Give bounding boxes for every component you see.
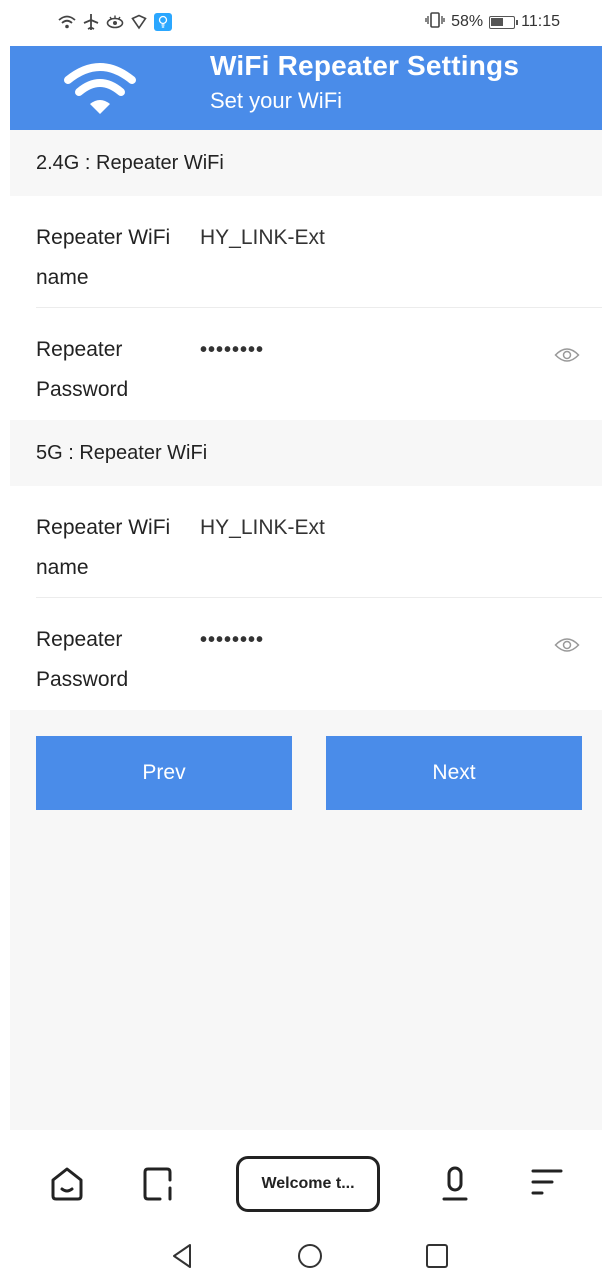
battery-percent: 58% <box>451 13 484 30</box>
tab-title-pill[interactable]: Welcome t... <box>236 1156 380 1212</box>
back-triangle-icon[interactable] <box>170 1242 194 1270</box>
page-subtitle: Set your WiFi <box>210 88 343 113</box>
password-label: Repeater Password <box>36 628 129 691</box>
password-row-2g: Repeater Password •••••••• <box>36 308 602 420</box>
status-icons-left <box>58 13 172 31</box>
section-card-2g: Repeater WiFi name HY_LINK-Ext Repeater … <box>10 196 602 420</box>
home-icon[interactable] <box>50 1166 84 1202</box>
wifi-name-input-2g[interactable]: HY_LINK-Ext <box>200 218 325 258</box>
shield-icon <box>130 13 148 31</box>
tabs-icon[interactable] <box>142 1166 178 1202</box>
home-circle-icon[interactable] <box>296 1242 324 1270</box>
battery-icon <box>489 15 519 29</box>
wifi-name-label: Repeater WiFi name <box>36 516 171 579</box>
settings-content: 2.4G : Repeater WiFi Repeater WiFi name … <box>10 130 602 1130</box>
recents-square-icon[interactable] <box>424 1242 450 1270</box>
wifi-icon <box>64 63 136 114</box>
eye-icon[interactable] <box>554 636 580 654</box>
eye-comfort-icon <box>106 13 124 31</box>
airplane-icon <box>82 13 100 31</box>
wifi-signal-icon <box>58 13 76 31</box>
wifi-name-input-5g[interactable]: HY_LINK-Ext <box>200 508 325 548</box>
prev-button[interactable]: Prev <box>36 736 292 810</box>
button-bar: Prev Next <box>10 710 602 826</box>
next-button[interactable]: Next <box>326 736 582 810</box>
wifi-name-label: Repeater WiFi name <box>36 226 171 289</box>
microphone-icon[interactable] <box>440 1166 470 1204</box>
password-row-5g: Repeater Password •••••••• <box>36 598 602 710</box>
status-bar: 58% 11:15 <box>0 0 602 44</box>
app-header: WiFi Repeater Settings Set your WiFi <box>10 46 602 130</box>
section-card-5g: Repeater WiFi name HY_LINK-Ext Repeater … <box>10 486 602 710</box>
vibrate-icon <box>425 11 445 33</box>
wifi-name-row-2g: Repeater WiFi name HY_LINK-Ext <box>36 196 602 308</box>
wifi-name-row-5g: Repeater WiFi name HY_LINK-Ext <box>36 486 602 598</box>
password-input-5g[interactable]: •••••••• <box>200 620 264 660</box>
menu-icon[interactable] <box>530 1166 564 1200</box>
status-icons-right: 58% 11:15 <box>425 11 560 33</box>
section-heading-2g: 2.4G : Repeater WiFi <box>10 130 602 196</box>
screen: 58% 11:15 WiFi Repeater Settings Set you… <box>0 0 602 1274</box>
browser-toolbar: Welcome t... <box>0 1130 602 1230</box>
page-title: WiFi Repeater Settings <box>210 50 520 81</box>
bulb-notification-icon <box>154 13 172 31</box>
system-nav-bar <box>0 1230 602 1274</box>
section-heading-5g: 5G : Repeater WiFi <box>10 420 602 486</box>
status-time: 11:15 <box>521 13 560 30</box>
eye-icon[interactable] <box>554 346 580 364</box>
password-input-2g[interactable]: •••••••• <box>200 330 264 370</box>
password-label: Repeater Password <box>36 338 129 401</box>
